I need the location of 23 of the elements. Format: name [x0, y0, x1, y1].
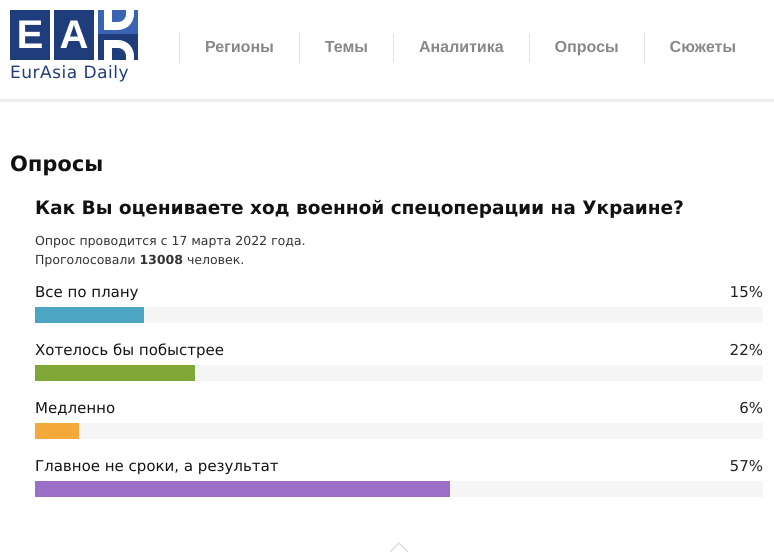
nav-link[interactable]: Темы — [298, 33, 393, 63]
caret-up-icon[interactable] — [389, 541, 409, 552]
poll-info: Опрос проводится с 17 марта 2022 года. — [35, 232, 307, 250]
option-percent: 15% — [730, 283, 763, 301]
option-label: Хотелось бы побыстрее — [35, 341, 224, 359]
option-label: Все по плану — [35, 283, 139, 301]
nav-link[interactable]: Регионы — [179, 33, 299, 63]
logo-letter: A — [54, 10, 94, 60]
logo[interactable]: E A EurAsia Daily — [10, 10, 141, 83]
nav-link[interactable]: Сюжеты — [644, 33, 761, 63]
section-title: Опросы — [10, 152, 104, 176]
logo-caption: EurAsia Daily — [10, 63, 130, 83]
option-percent: 6% — [739, 399, 763, 417]
logo-mark-icon — [98, 10, 138, 60]
nav-link[interactable]: Опросы — [528, 33, 644, 63]
nav-link[interactable]: Аналитика — [392, 33, 529, 63]
option-label: Медленно — [35, 399, 116, 417]
logo-letter: E — [10, 10, 50, 60]
poll-question: Как Вы оцениваете ход военной спецоперации на Украине? — [35, 198, 685, 219]
option-label: Главное не сроки, а результат — [35, 457, 279, 475]
option-percent: 22% — [730, 341, 763, 359]
poll-info: Проголосовали 13008 человек. — [35, 251, 246, 269]
option-percent: 57% — [730, 457, 763, 475]
